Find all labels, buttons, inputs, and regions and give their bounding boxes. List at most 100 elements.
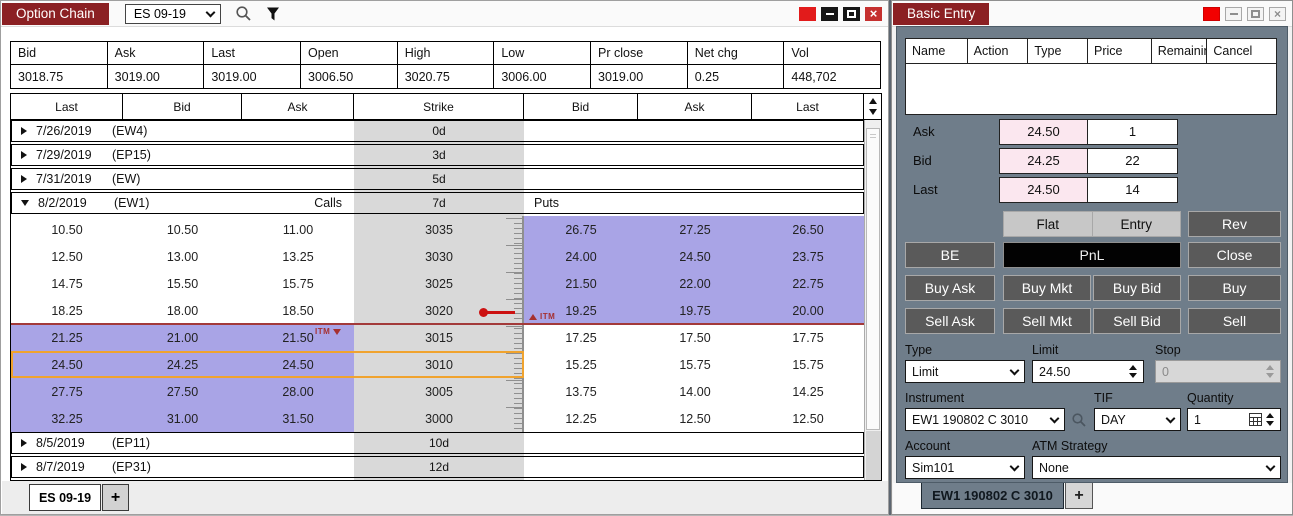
quote-price-cell[interactable]: 24.50: [999, 177, 1088, 203]
sell-ask-button[interactable]: Sell Ask: [905, 308, 995, 334]
option-row[interactable]: 10.5010.5011.00303526.7527.2526.50: [11, 216, 864, 243]
scrollbar-thumb[interactable]: [866, 128, 880, 430]
limit-price-stepper[interactable]: 24.50: [1032, 360, 1144, 383]
quote-price-cell[interactable]: 24.25: [999, 148, 1088, 174]
filter-icon[interactable]: [266, 7, 280, 21]
buy-bid-button[interactable]: Buy Bid: [1093, 275, 1181, 301]
expiry-row[interactable]: 8/2/2019(EW1)Calls7dPuts: [11, 192, 864, 214]
expiry-row[interactable]: 8/5/2019(EP11)10d: [11, 432, 864, 454]
entry-button[interactable]: Entry: [1093, 211, 1182, 237]
add-tab-button[interactable]: +: [102, 484, 129, 511]
minimize-button[interactable]: [1225, 7, 1242, 21]
instrument-label: Instrument: [905, 391, 964, 405]
option-row-selected[interactable]: 24.5024.2524.50301015.2515.7515.75: [11, 351, 864, 378]
instrument-select[interactable]: EW1 190802 C 3010: [905, 408, 1065, 431]
buy-button[interactable]: Buy: [1188, 275, 1281, 301]
expiry-days-cell: 7d: [354, 193, 524, 213]
quote-value-cell: 3019.00: [204, 65, 301, 88]
buy-ask-button[interactable]: Buy Ask: [905, 275, 995, 301]
instrument-selector-dropdown[interactable]: ES 09-19: [125, 4, 221, 24]
collapse-arrow-icon[interactable]: [21, 200, 29, 206]
minimize-button[interactable]: [821, 7, 838, 21]
expiry-row[interactable]: 8/7/2019(EP31)12d: [11, 456, 864, 478]
expiry-code: (EW1): [114, 196, 149, 210]
quote-value-cell: 3006.00: [494, 65, 591, 88]
expand-arrow-icon[interactable]: [21, 463, 27, 471]
atm-strategy-select[interactable]: None: [1032, 456, 1281, 479]
tif-select[interactable]: DAY: [1094, 408, 1181, 431]
expiry-date: 8/2/2019: [38, 196, 114, 210]
maximize-icon: [1251, 10, 1260, 18]
atm-strategy-label: ATM Strategy: [1032, 439, 1107, 453]
itm-text: ITM: [540, 312, 555, 321]
order-type-select[interactable]: Limit: [905, 360, 1025, 383]
sell-bid-button[interactable]: Sell Bid: [1093, 308, 1181, 334]
close-button[interactable]: ×: [1269, 7, 1286, 21]
expiry-code: (EW4): [112, 124, 147, 138]
quote-price-cell[interactable]: 24.50: [999, 119, 1088, 145]
flat-button[interactable]: Flat: [1003, 211, 1093, 237]
search-icon[interactable]: [235, 5, 252, 22]
close-button[interactable]: ×: [865, 7, 882, 21]
pnl-display[interactable]: PnL: [1003, 242, 1181, 268]
scroll-up-icon[interactable]: [869, 98, 877, 104]
reverse-button[interactable]: Rev: [1188, 211, 1281, 237]
step-up-icon[interactable]: [1266, 413, 1274, 418]
expand-arrow-icon[interactable]: [21, 175, 27, 183]
expiry-days-cell: 3d: [354, 145, 524, 165]
sell-mkt-button[interactable]: Sell Mkt: [1003, 308, 1091, 334]
option-price-cell: 14.00: [638, 378, 752, 405]
option-price-cell: 28.00: [242, 378, 354, 405]
quantity-stepper[interactable]: 1: [1187, 408, 1281, 431]
expand-arrow-icon[interactable]: [21, 439, 27, 447]
account-select[interactable]: Sim101: [905, 456, 1025, 479]
quote-strip-header-row: BidAskLastOpenHighLowPr closeNet chgVol: [11, 42, 880, 65]
link-indicator-icon[interactable]: [799, 7, 816, 21]
account-value: Sim101: [912, 461, 954, 475]
option-row[interactable]: 14.7515.5015.75302521.5022.0022.75: [11, 270, 864, 297]
close-position-button[interactable]: Close: [1188, 242, 1281, 268]
basic-entry-panel: NameActionTypePriceRemainingCancel Ask24…: [896, 26, 1288, 483]
step-up-icon[interactable]: [1129, 365, 1137, 370]
maximize-button[interactable]: [843, 7, 860, 21]
option-row[interactable]: 18.2518.0018.50302019.2519.7520.00: [11, 297, 864, 324]
strike-cell: 3010: [354, 351, 524, 378]
quote-header-cell: Low: [494, 42, 591, 64]
tab-es-09-19[interactable]: ES 09-19: [29, 484, 101, 511]
buy-mkt-button[interactable]: Buy Mkt: [1003, 275, 1091, 301]
option-price-cell: 21.00: [123, 324, 242, 351]
expiry-row[interactable]: 7/29/2019(EP15)3d: [11, 144, 864, 166]
option-row[interactable]: 27.7527.5028.00300513.7514.0014.25: [11, 378, 864, 405]
option-row[interactable]: 12.5013.0013.25303024.0024.5023.75: [11, 243, 864, 270]
sell-button[interactable]: Sell: [1188, 308, 1281, 334]
option-price-cell: 27.25: [638, 216, 752, 243]
breakeven-button[interactable]: BE: [905, 242, 995, 268]
quote-value-cell: 0.25: [688, 65, 785, 88]
expand-arrow-icon[interactable]: [21, 151, 27, 159]
quote-row-label: Ask: [913, 119, 935, 145]
expiry-row[interactable]: 7/26/2019(EW4)0d: [11, 120, 864, 142]
expand-arrow-icon[interactable]: [21, 127, 27, 135]
expiry-days-cell: 10d: [354, 433, 524, 453]
add-tab-button[interactable]: +: [1065, 483, 1093, 509]
step-down-icon[interactable]: [1266, 421, 1274, 426]
orders-column-header: Price: [1088, 39, 1152, 63]
maximize-button[interactable]: [1247, 7, 1264, 21]
expiry-row[interactable]: 7/31/2019(EW)5d: [11, 168, 864, 190]
expiry-code: (EW): [112, 172, 140, 186]
vertical-scrollbar[interactable]: [864, 120, 881, 480]
scroll-down-icon[interactable]: [869, 109, 877, 115]
basic-entry-tabbar: EW1 190802 C 3010 +: [893, 483, 1292, 514]
option-price-cell: 26.75: [524, 216, 638, 243]
stop-label: Stop: [1155, 343, 1181, 357]
link-indicator-icon[interactable]: [1203, 7, 1220, 21]
calculator-icon[interactable]: [1249, 413, 1262, 426]
instrument-search-icon[interactable]: [1071, 412, 1087, 433]
option-row[interactable]: 32.2531.0031.50300012.2512.5012.50: [11, 405, 864, 432]
option-price-cell: 26.50: [752, 216, 864, 243]
step-down-icon[interactable]: [1129, 373, 1137, 378]
scrollbar-track[interactable]: [866, 431, 881, 480]
option-price-cell: 23.75: [752, 243, 864, 270]
option-row[interactable]: 21.2521.0021.50301517.2517.5017.75: [11, 324, 864, 351]
tab-ew1-190802-c-3010[interactable]: EW1 190802 C 3010: [921, 483, 1064, 509]
